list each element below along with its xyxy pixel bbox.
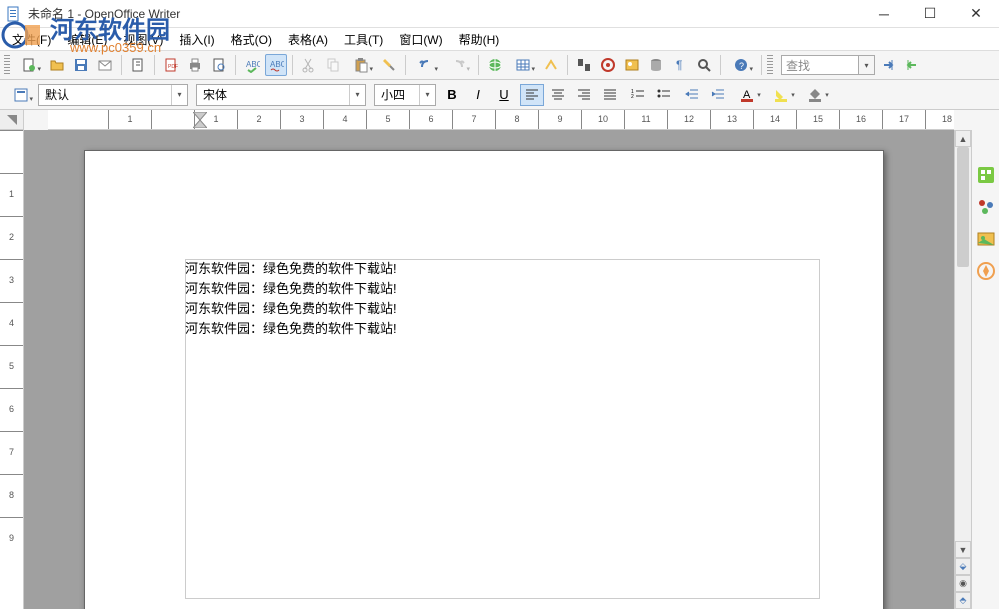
undo-button[interactable] bbox=[411, 54, 441, 76]
indent-marker[interactable] bbox=[193, 112, 207, 128]
menu-window[interactable]: 窗口(W) bbox=[391, 29, 450, 50]
page[interactable]: 河东软件园：绿色免费的软件下载站!河东软件园：绿色免费的软件下载站!河东软件园：… bbox=[84, 150, 884, 609]
paragraph-style-combo[interactable]: 默认▾ bbox=[38, 84, 188, 106]
paste-button[interactable] bbox=[346, 54, 376, 76]
prev-page-button[interactable]: ⬙ bbox=[955, 558, 971, 575]
find-prev-button[interactable] bbox=[901, 54, 923, 76]
new-button[interactable] bbox=[14, 54, 44, 76]
document-area[interactable]: 河东软件园：绿色免费的软件下载站!河东软件园：绿色免费的软件下载站!河东软件园：… bbox=[24, 130, 954, 609]
sidebar bbox=[971, 130, 999, 609]
menu-format[interactable]: 格式(O) bbox=[223, 29, 280, 50]
ruler-corner bbox=[0, 110, 24, 130]
text-line[interactable]: 河东软件园：绿色免费的软件下载站! bbox=[185, 259, 397, 279]
datasources-button[interactable] bbox=[645, 54, 667, 76]
email-button[interactable] bbox=[94, 54, 116, 76]
standard-toolbar: PDF ABC ABC ¶ ? ▾ bbox=[0, 50, 999, 80]
minimize-button[interactable]: ─ bbox=[861, 0, 907, 28]
decrease-indent-button[interactable] bbox=[680, 84, 704, 106]
nav-button[interactable]: ◉ bbox=[955, 575, 971, 592]
svg-text:PDF: PDF bbox=[168, 64, 178, 70]
highlight-button[interactable] bbox=[768, 84, 800, 106]
font-name-combo[interactable]: 宋体▾ bbox=[196, 84, 366, 106]
align-right-button[interactable] bbox=[572, 84, 596, 106]
cut-button[interactable] bbox=[298, 54, 320, 76]
find-replace-button[interactable] bbox=[573, 54, 595, 76]
menubar: 文件(F) 编辑(E) 视图(V) 插入(I) 格式(O) 表格(A) 工具(T… bbox=[0, 28, 999, 50]
edit-file-button[interactable] bbox=[127, 54, 149, 76]
sidebar-gallery-icon[interactable] bbox=[975, 228, 997, 250]
format-paintbrush-button[interactable] bbox=[378, 54, 400, 76]
hyperlink-button[interactable] bbox=[484, 54, 506, 76]
window-title: 未命名 1 - OpenOffice Writer bbox=[28, 5, 180, 22]
format-toolbar: 默认▾ 宋体▾ 小四▾ B I U 12 A bbox=[0, 80, 999, 110]
autospellcheck-button[interactable]: ABC bbox=[265, 54, 287, 76]
increase-indent-button[interactable] bbox=[706, 84, 730, 106]
scroll-up-button[interactable]: ▲ bbox=[955, 130, 971, 147]
font-size-combo[interactable]: 小四▾ bbox=[374, 84, 436, 106]
text-line[interactable]: 河东软件园：绿色免费的软件下载站! bbox=[185, 319, 397, 339]
horizontal-ruler[interactable]: 1123456789101112131415161718 bbox=[48, 110, 954, 130]
sidebar-navigator-icon[interactable] bbox=[975, 260, 997, 282]
svg-text:2: 2 bbox=[631, 94, 634, 100]
menu-table[interactable]: 表格(A) bbox=[280, 29, 336, 50]
bold-button[interactable]: B bbox=[440, 84, 464, 106]
menu-edit[interactable]: 编辑(E) bbox=[59, 29, 115, 50]
sidebar-styles-icon[interactable] bbox=[975, 196, 997, 218]
document-icon bbox=[6, 6, 22, 22]
underline-button[interactable]: U bbox=[492, 84, 516, 106]
menu-help[interactable]: 帮助(H) bbox=[451, 29, 508, 50]
styles-button[interactable] bbox=[6, 84, 36, 106]
print-preview-button[interactable] bbox=[208, 54, 230, 76]
nonprinting-button[interactable]: ¶ bbox=[669, 54, 691, 76]
find-dropdown[interactable]: ▾ bbox=[859, 55, 875, 75]
gallery-button[interactable] bbox=[621, 54, 643, 76]
menu-insert[interactable]: 插入(I) bbox=[171, 29, 222, 50]
numbering-button[interactable]: 12 bbox=[626, 84, 650, 106]
show-draw-button[interactable] bbox=[540, 54, 562, 76]
close-button[interactable]: ✕ bbox=[953, 0, 999, 28]
vertical-scrollbar[interactable]: ▲ ▼ ⬙ ◉ ⬘ bbox=[954, 130, 971, 609]
font-color-button[interactable]: A bbox=[734, 84, 766, 106]
workspace: 123456789 河东软件园：绿色免费的软件下载站!河东软件园：绿色免费的软件… bbox=[0, 130, 999, 609]
menu-tools[interactable]: 工具(T) bbox=[336, 29, 391, 50]
text-line[interactable]: 河东软件园：绿色免费的软件下载站! bbox=[185, 299, 397, 319]
table-button[interactable] bbox=[508, 54, 538, 76]
copy-button[interactable] bbox=[322, 54, 344, 76]
toolbar-handle[interactable] bbox=[4, 55, 10, 75]
zoom-button[interactable] bbox=[693, 54, 715, 76]
toolbar-handle-2[interactable] bbox=[767, 55, 773, 75]
maximize-button[interactable]: ☐ bbox=[907, 0, 953, 28]
find-input[interactable] bbox=[781, 55, 859, 75]
navigator-button[interactable] bbox=[597, 54, 619, 76]
svg-text:ABC: ABC bbox=[270, 60, 284, 69]
document-content[interactable]: 河东软件园：绿色免费的软件下载站!河东软件园：绿色免费的软件下载站!河东软件园：… bbox=[185, 259, 397, 339]
bullets-button[interactable] bbox=[652, 84, 676, 106]
open-button[interactable] bbox=[46, 54, 68, 76]
find-next-button[interactable] bbox=[877, 54, 899, 76]
text-line[interactable]: 河东软件园：绿色免费的软件下载站! bbox=[185, 279, 397, 299]
align-justify-button[interactable] bbox=[598, 84, 622, 106]
svg-text:¶: ¶ bbox=[676, 58, 682, 72]
italic-button[interactable]: I bbox=[466, 84, 490, 106]
svg-text:?: ? bbox=[739, 61, 744, 71]
sidebar-properties-icon[interactable] bbox=[975, 164, 997, 186]
save-button[interactable] bbox=[70, 54, 92, 76]
redo-button[interactable] bbox=[443, 54, 473, 76]
help-button[interactable]: ? bbox=[726, 54, 756, 76]
menu-file[interactable]: 文件(F) bbox=[4, 29, 59, 50]
next-page-button[interactable]: ⬘ bbox=[955, 592, 971, 609]
export-pdf-button[interactable]: PDF bbox=[160, 54, 182, 76]
vertical-ruler[interactable]: 123456789 bbox=[0, 130, 24, 609]
align-left-button[interactable] bbox=[520, 84, 544, 106]
align-center-button[interactable] bbox=[546, 84, 570, 106]
scroll-down-button[interactable]: ▼ bbox=[955, 541, 971, 558]
scroll-thumb[interactable] bbox=[957, 147, 969, 267]
background-color-button[interactable] bbox=[802, 84, 834, 106]
titlebar: 未命名 1 - OpenOffice Writer ─ ☐ ✕ bbox=[0, 0, 999, 28]
menu-view[interactable]: 视图(V) bbox=[115, 29, 171, 50]
spellcheck-button[interactable]: ABC bbox=[241, 54, 263, 76]
print-button[interactable] bbox=[184, 54, 206, 76]
svg-text:ABC: ABC bbox=[246, 60, 260, 69]
